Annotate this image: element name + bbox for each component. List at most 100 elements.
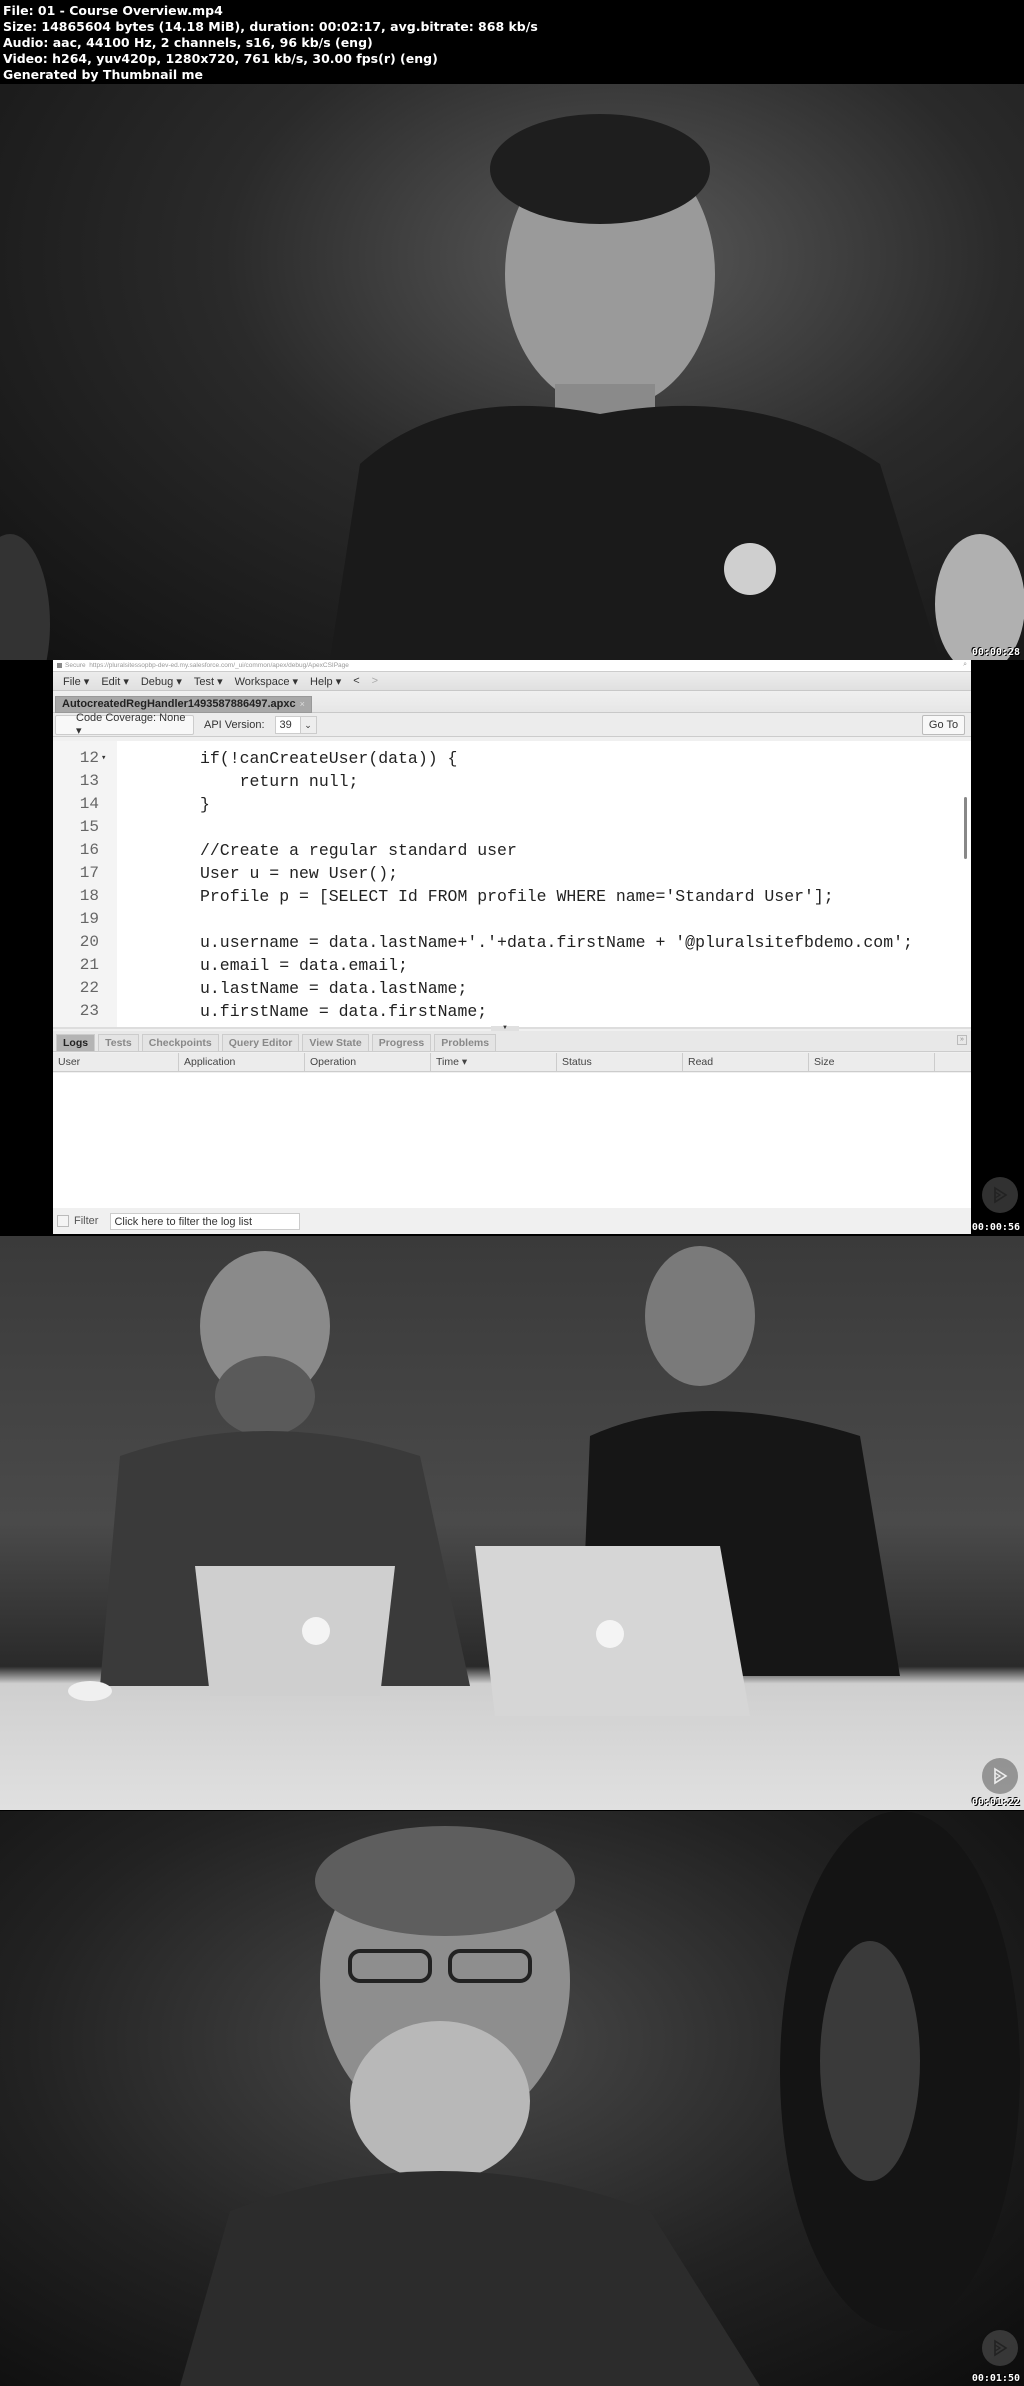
code-line[interactable]: 14} (53, 793, 971, 816)
frame-timestamp: 00:01:50 (971, 2373, 1020, 2384)
line-number: 15 (79, 818, 99, 836)
line-number: 22 (79, 979, 99, 997)
line-number: 16 (79, 841, 99, 859)
tab-problems[interactable]: Problems (434, 1034, 497, 1051)
generator-info: Generated by Thumbnail me (3, 67, 203, 82)
filter-bar: Filter Click here to filter the log list (53, 1208, 971, 1234)
play-icon (982, 1758, 1018, 1794)
frame-timestamp: 00:00:28 (971, 647, 1020, 658)
code-text: u.username = data.lastName+'.'+data.firs… (200, 933, 913, 952)
close-tab-icon[interactable]: × (300, 699, 305, 709)
code-line[interactable]: 17 User u = new User(); (53, 862, 971, 885)
column-time[interactable]: Time ▾ (431, 1053, 557, 1072)
column-read[interactable]: Read (683, 1053, 809, 1072)
line-number: 18 (79, 887, 99, 905)
presenter-photo (0, 114, 1024, 660)
menu-test[interactable]: Test ▾ (194, 675, 223, 688)
code-line[interactable]: 12 ▾ if(!canCreateUser(data)) { (53, 747, 971, 770)
menu-debug[interactable]: Debug ▾ (141, 675, 182, 688)
thumbnail-frame-4: 00:01:50 (0, 1811, 1024, 2386)
column-status[interactable]: Status (557, 1053, 683, 1072)
code-text: //Create a regular standard user (200, 841, 517, 860)
tab-view-state[interactable]: View State (302, 1034, 369, 1051)
filter-input[interactable]: Click here to filter the log list (110, 1212, 301, 1230)
file-name: File: 01 - Course Overview.mp4 (3, 3, 223, 18)
bottom-panel-tabs: Logs Tests Checkpoints Query Editor View… (53, 1031, 971, 1052)
code-text: u.firstName = data.firstName; (200, 1002, 488, 1021)
code-line[interactable]: 13 return null; (53, 770, 971, 793)
code-line[interactable]: 16 //Create a regular standard user (53, 839, 971, 862)
menu-file[interactable]: File ▾ (63, 675, 89, 688)
column-size[interactable]: Size (809, 1053, 935, 1072)
tab-checkpoints[interactable]: Checkpoints (141, 1034, 219, 1051)
line-number: 23 (79, 1002, 99, 1020)
code-line[interactable]: 23 u.firstName = data.firstName; (53, 1000, 971, 1023)
line-number: 19 (79, 910, 99, 928)
filter-label: Filter (74, 1215, 99, 1227)
code-text: return null; (200, 772, 359, 791)
column-operation[interactable]: Operation (305, 1053, 431, 1072)
address-bar[interactable]: Secure https://pluralsitessopbp-dev-ed.m… (53, 660, 971, 672)
collapse-panel-icon[interactable]: » (957, 1035, 967, 1045)
code-line[interactable]: 19 (53, 908, 971, 931)
url-text: https://pluralsitessopbp-dev-ed.my.sales… (89, 662, 349, 669)
editor-toolbar: Code Coverage: None ▾ API Version: 39 ⌄ … (53, 712, 971, 737)
thumbnail-frame-3: 00:01:22 (0, 1236, 1024, 1810)
tab-logs[interactable]: Logs (56, 1034, 96, 1051)
column-application[interactable]: Application (179, 1053, 305, 1072)
tab-tests[interactable]: Tests (98, 1034, 139, 1051)
line-number: 21 (79, 956, 99, 974)
api-version-select[interactable]: 39 (274, 715, 301, 734)
column-spacer (935, 1053, 971, 1072)
lock-icon (57, 662, 62, 668)
line-number: 20 (79, 933, 99, 951)
filter-checkbox[interactable] (57, 1215, 69, 1227)
presenter-photo (180, 1811, 1020, 2386)
video-info-header: File: 01 - Course Overview.mp4 Size: 148… (0, 0, 1024, 84)
fold-toggle-icon[interactable]: ▾ (101, 747, 106, 770)
code-text: } (200, 795, 210, 814)
code-line[interactable]: 18 Profile p = [SELECT Id FROM profile WH… (53, 885, 971, 908)
secure-label: Secure (65, 662, 86, 669)
thumbnail-frame-1: 00:00:28 (0, 84, 1024, 660)
api-version-label: API Version: (204, 718, 265, 731)
code-line[interactable]: 15 (53, 816, 971, 839)
column-user[interactable]: User (53, 1053, 179, 1072)
menu-bar: File ▾ Edit ▾ Debug ▾ Test ▾ Workspace ▾… (53, 672, 971, 691)
line-number: 13 (79, 772, 99, 790)
presenters-photo (68, 1246, 900, 1716)
menu-workspace[interactable]: Workspace ▾ (235, 675, 298, 688)
tab-progress[interactable]: Progress (371, 1034, 432, 1051)
play-icon (982, 2330, 1018, 2366)
code-line[interactable]: 21 u.email = data.email; (53, 954, 971, 977)
file-tab-label: AutocreatedRegHandler1493587886497.apxc (62, 698, 296, 710)
code-coverage-dropdown[interactable]: Code Coverage: None ▾ (55, 712, 194, 737)
code-text: Profile p = [SELECT Id FROM profile WHER… (200, 887, 834, 906)
code-line[interactable]: 20 u.username = data.lastName+'.'+data.fi… (53, 931, 971, 954)
thumbnail-frame-2: Secure https://pluralsitessopbp-dev-ed.m… (0, 660, 1024, 1235)
code-line[interactable]: 22 u.lastName = data.lastName; (53, 977, 971, 1000)
code-text: User u = new User(); (200, 864, 399, 883)
menu-edit[interactable]: Edit ▾ (101, 675, 129, 688)
go-to-button[interactable]: Go To (922, 715, 965, 735)
code-text: u.email = data.email; (200, 956, 408, 975)
frame-timestamp: 00:00:56 (971, 1222, 1020, 1233)
line-number: 17 (79, 864, 99, 882)
code-text: if(!canCreateUser(data)) { (200, 749, 458, 768)
log-table-body (53, 1073, 971, 1208)
line-number: 12 (79, 749, 99, 767)
developer-console: Secure https://pluralsitessopbp-dev-ed.m… (53, 660, 971, 1234)
chevron-down-icon[interactable]: ⌄ (300, 715, 317, 734)
tab-query-editor[interactable]: Query Editor (221, 1034, 300, 1051)
play-icon (982, 1177, 1018, 1213)
file-tab-bar: AutocreatedRegHandler1493587886497.apxc × (53, 691, 971, 713)
code-editor[interactable]: 12 ▾ if(!canCreateUser(data)) { 13 return n… (53, 741, 971, 1029)
menu-help[interactable]: Help ▾ (310, 675, 341, 688)
editor-scrollbar[interactable] (964, 797, 967, 859)
code-text: u.lastName = data.lastName; (200, 979, 468, 998)
nav-forward-button[interactable]: > (372, 675, 378, 687)
audio-info: Audio: aac, 44100 Hz, 2 channels, s16, 9… (3, 35, 373, 50)
nav-back-button[interactable]: < (353, 675, 359, 687)
file-tab[interactable]: AutocreatedRegHandler1493587886497.apxc × (55, 696, 312, 713)
zoom-icon[interactable]: ⌕ (963, 661, 967, 669)
